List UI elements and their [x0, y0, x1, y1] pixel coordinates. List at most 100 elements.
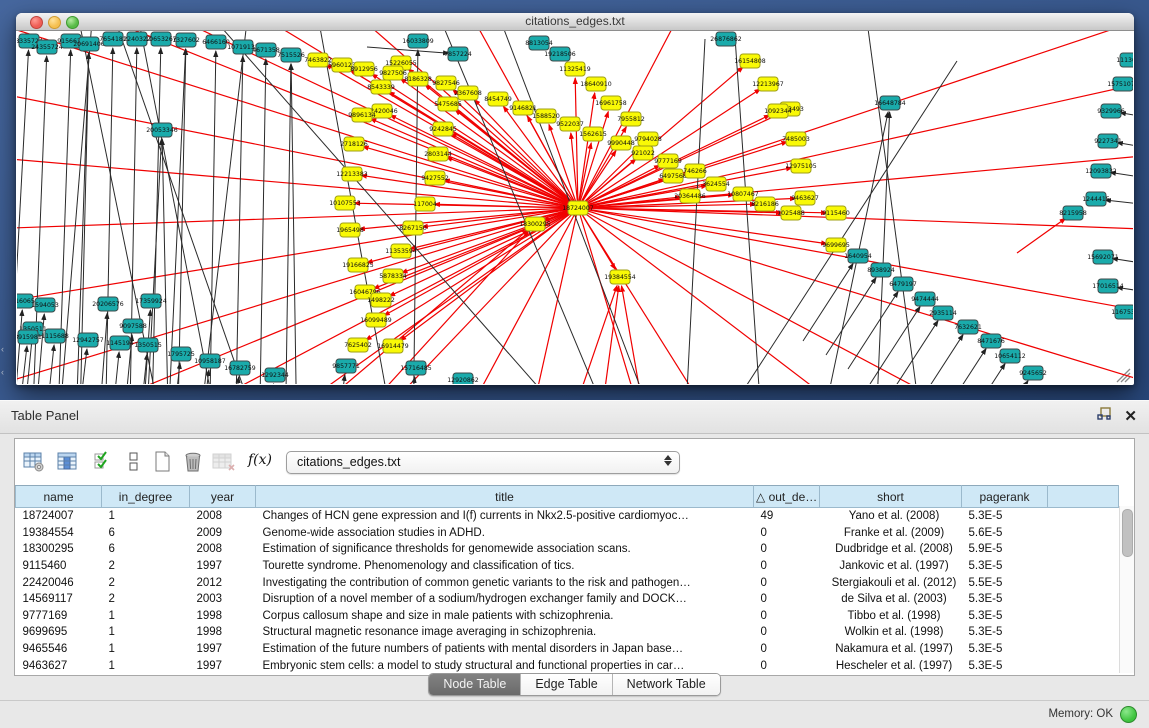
graph-node[interactable]: 8454749: [484, 92, 512, 106]
column-header[interactable]: year: [190, 486, 256, 508]
table-cell[interactable]: 9777169: [16, 608, 102, 625]
graph-node[interactable]: 1025488: [777, 206, 805, 220]
table-cell[interactable]: 49: [754, 508, 820, 525]
graph-node[interactable]: 4671358: [252, 43, 280, 57]
graph-node[interactable]: 7632621: [954, 320, 982, 334]
graph-node[interactable]: 2935114: [929, 306, 957, 320]
graph-node[interactable]: 8938924: [867, 263, 895, 277]
column-header[interactable]: name: [16, 486, 102, 508]
graph-node[interactable]: 17016514: [1092, 279, 1124, 293]
graph-node[interactable]: 5475685: [434, 97, 462, 111]
graph-node[interactable]: 16154808: [734, 54, 766, 68]
table-cell[interactable]: Changes of HCN gene expression and I(f) …: [256, 508, 754, 525]
graph-node[interactable]: 1092344: [764, 104, 792, 118]
row-selection-mode-icon[interactable]: [123, 451, 145, 473]
panel-collapse-arrow[interactable]: ‹: [1, 345, 4, 354]
graph-node[interactable]: 3624554: [702, 177, 730, 191]
table-cell[interactable]: 5.3E-5: [962, 591, 1048, 608]
network-window-titlebar[interactable]: citations_edges.txt: [16, 13, 1134, 31]
graph-node[interactable]: 1594053: [31, 298, 59, 312]
graph-node[interactable]: 19166825: [342, 258, 374, 272]
graph-node[interactable]: 10958187: [194, 354, 226, 368]
table-row[interactable]: 1456911722003Disruption of a novel membe…: [16, 591, 1119, 608]
table-row[interactable]: 946554611997Estimation of the future num…: [16, 641, 1119, 658]
function-builder-icon[interactable]: f(x): [248, 452, 272, 468]
graph-node[interactable]: 9227341: [1094, 134, 1122, 148]
table-settings-icon[interactable]: [23, 451, 45, 473]
graph-node[interactable]: 8471676: [977, 334, 1005, 348]
graph-node[interactable]: 16961758: [595, 96, 627, 110]
table-cell[interactable]: 5.3E-5: [962, 624, 1048, 641]
table-cell[interactable]: 5.9E-5: [962, 541, 1048, 558]
table-cell[interactable]: Wolkin et al. (1998): [820, 624, 962, 641]
table-cell[interactable]: 5.3E-5: [962, 608, 1048, 625]
table-row[interactable]: 2242004622012Investigating the contribut…: [16, 574, 1119, 591]
graph-node[interactable]: 26876862: [710, 32, 742, 46]
close-panel-icon[interactable]: ✕: [1124, 409, 1137, 425]
graph-node[interactable]: 16099489: [360, 313, 392, 327]
graph-node[interactable]: 1965498: [336, 223, 364, 237]
table-cell[interactable]: 0: [754, 558, 820, 575]
table-row[interactable]: 1830029562008Estimation of significance …: [16, 541, 1119, 558]
table-selector-dropdown[interactable]: citations_edges.txt: [286, 451, 680, 474]
table-cell[interactable]: 1: [102, 608, 190, 625]
graph-node[interactable]: 11353594: [385, 244, 417, 258]
column-header[interactable]: △ out_de…: [754, 486, 820, 508]
panel-collapse-arrow[interactable]: ‹: [1, 368, 4, 377]
table-cell[interactable]: Estimation of significance thresholds fo…: [256, 541, 754, 558]
table-cell[interactable]: Tourette syndrome. Phenomenology and cla…: [256, 558, 754, 575]
graph-node[interactable]: 1795725: [167, 347, 195, 361]
graph-node[interactable]: 2718126: [340, 137, 368, 151]
table-cell[interactable]: Corpus callosum shape and size in male p…: [256, 608, 754, 625]
table-cell[interactable]: 1: [102, 508, 190, 525]
scrollbar-thumb[interactable]: [1122, 509, 1133, 557]
graph-node[interactable]: 9827506: [379, 66, 407, 80]
table-cell[interactable]: Embryonic stem cells: a model to study s…: [256, 657, 754, 674]
graph-node[interactable]: 12213967: [752, 77, 784, 91]
graph-node[interactable]: 9245652: [1019, 366, 1047, 380]
table-cell[interactable]: 1: [102, 657, 190, 674]
graph-node[interactable]: 9794028: [634, 132, 662, 146]
network-canvas[interactable]: 8335724243557249156632206914067654181224…: [17, 31, 1133, 384]
graph-node[interactable]: 12093832: [1085, 164, 1117, 178]
table-cell[interactable]: 1997: [190, 558, 256, 575]
table-cell[interactable]: 0: [754, 541, 820, 558]
graph-node[interactable]: 17359924: [135, 294, 167, 308]
table-cell[interactable]: 0: [754, 574, 820, 591]
table-cell[interactable]: Jankovic et al. (1997): [820, 558, 962, 575]
table-cell[interactable]: 9699695: [16, 624, 102, 641]
table-cell[interactable]: Stergiakouli et al. (2012): [820, 574, 962, 591]
table-cell[interactable]: 2003: [190, 591, 256, 608]
graph-node[interactable]: 15716485: [400, 361, 432, 375]
table-cell[interactable]: 1997: [190, 641, 256, 658]
table-cell[interactable]: 9115460: [16, 558, 102, 575]
table-row[interactable]: 911546021997Tourette syndrome. Phenomeno…: [16, 558, 1119, 575]
delete-trash-icon[interactable]: [182, 451, 204, 473]
table-cell[interactable]: 2: [102, 558, 190, 575]
table-cell[interactable]: de Silva et al. (2003): [820, 591, 962, 608]
graph-node[interactable]: 15692071: [1087, 250, 1119, 264]
table-row[interactable]: 1872400712008Changes of HCN gene express…: [16, 508, 1119, 525]
graph-node[interactable]: 1113054: [1116, 53, 1133, 67]
graph-node[interactable]: 10107553: [329, 196, 361, 210]
table-cell[interactable]: 1: [102, 624, 190, 641]
graph-node[interactable]: 8186328: [404, 72, 432, 86]
graph-node[interactable]: 7955812: [617, 112, 645, 126]
graph-node[interactable]: 9827546: [432, 76, 460, 90]
graph-node[interactable]: 9242845: [429, 122, 457, 136]
tab-node-table[interactable]: Node Table: [429, 674, 521, 695]
graph-node[interactable]: 18640910: [580, 77, 612, 91]
table-cell[interactable]: 2008: [190, 508, 256, 525]
graph-node[interactable]: 9115460: [822, 206, 850, 220]
column-header[interactable]: short: [820, 486, 962, 508]
graph-node[interactable]: 7515526: [277, 48, 305, 62]
table-row[interactable]: 977716911998Corpus callosum shape and si…: [16, 608, 1119, 625]
graph-node[interactable]: 1327602: [172, 33, 200, 47]
table-row[interactable]: 1938455462009Genome-wide association stu…: [16, 525, 1119, 542]
graph-node[interactable]: 11325419: [559, 62, 591, 76]
graph-node[interactable]: 117004: [413, 197, 437, 211]
table-cell[interactable]: 5.3E-5: [962, 657, 1048, 674]
table-cell[interactable]: 5.6E-5: [962, 525, 1048, 542]
table-cell[interactable]: 0: [754, 657, 820, 674]
graph-node[interactable]: 2803144: [424, 147, 452, 161]
